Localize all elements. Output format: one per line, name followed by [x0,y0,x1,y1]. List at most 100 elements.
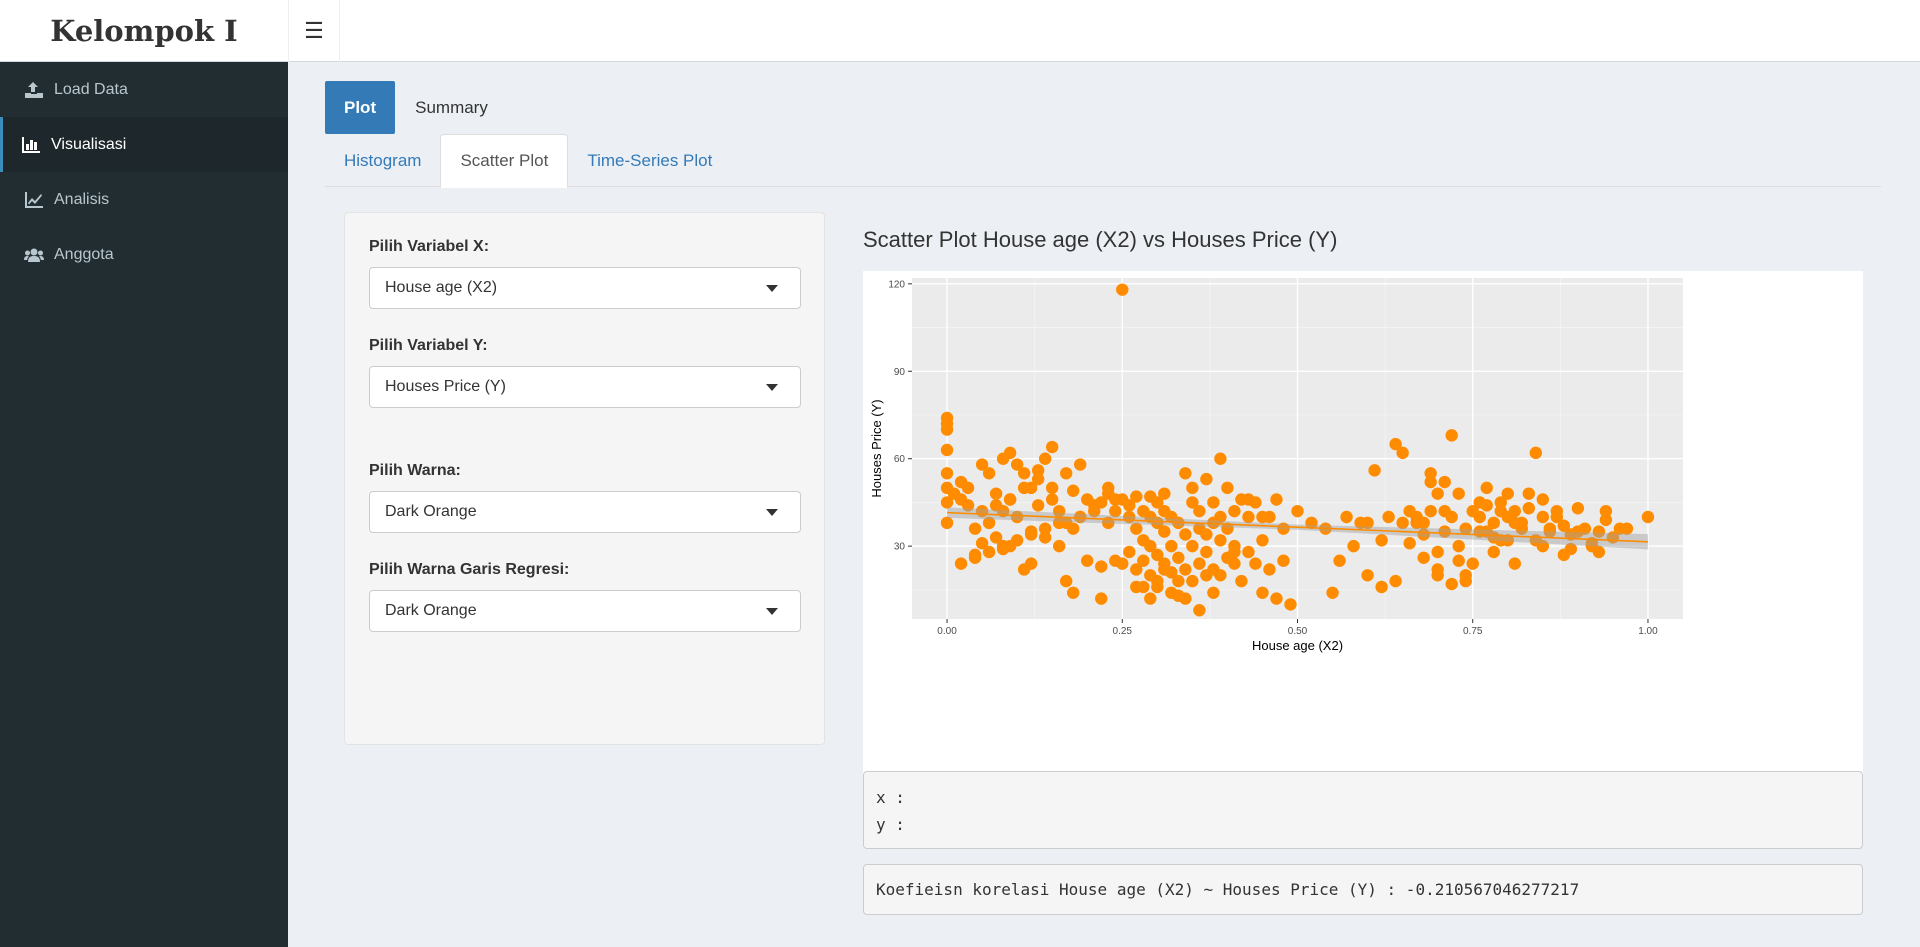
data-point [1277,554,1290,567]
y-axis-label: Houses Price (Y) [869,399,884,497]
data-point [1529,446,1543,460]
data-point [1235,574,1248,588]
data-point [1102,487,1115,500]
data-point [1179,528,1192,541]
plot-title: Scatter Plot House age (X2) vs Houses Pr… [863,227,1338,252]
data-point [1200,528,1213,541]
hamburger-icon: ☰ [304,18,324,43]
data-point [1123,499,1136,512]
regression-color-label: Pilih Warna Garis Regresi: [369,561,570,578]
sidebar-item-anggota[interactable]: Anggota [0,227,288,282]
y-variable-select[interactable]: Houses Price (Y) [369,366,801,408]
bar-chart-icon [20,136,42,153]
data-point [1242,545,1255,559]
data-point [1067,484,1080,497]
tab-scatter-plot[interactable]: Scatter Plot [440,134,569,188]
x-axis-label: House age (X2) [1252,638,1343,653]
data-point [1592,545,1606,559]
users-icon [23,247,45,263]
data-point [1242,493,1255,506]
y-tick-label: 60 [894,454,906,465]
regression-color-value: Dark Orange [385,602,477,619]
data-point [1508,516,1521,530]
correlation-output: Koefieisn korelasi House age (X2) ~ Hous… [863,864,1863,915]
data-point [1459,569,1472,582]
header: Kelompok I ☰ [0,0,1920,62]
data-point [1172,574,1185,588]
data-point [1473,510,1486,524]
x-tick-label: 0.50 [1288,626,1308,637]
data-point [982,467,996,480]
data-point [1263,510,1276,524]
data-point [1193,557,1206,570]
sidebar-item-visualisasi[interactable]: Visualisasi [0,117,288,172]
scatter-plot[interactable]: 0.00 0.25 0.50 0.75 1.00 30 60 90 120 House age (… [863,271,1863,801]
color-select[interactable]: Dark Orange [369,491,801,533]
data-point [1045,493,1059,506]
tab-histogram[interactable]: Histogram [325,134,440,187]
sidebar-toggle-button[interactable]: ☰ [288,0,340,62]
sidebar: Load Data Visualisasi Analisis Anggota [0,62,288,947]
tab-summary[interactable]: Summary [395,81,508,134]
data-point [1137,554,1150,567]
data-point [940,423,954,436]
x-variable-select[interactable]: House age (X2) [369,267,801,309]
caret-down-icon [766,608,778,615]
y-variable-label: Pilih Variabel Y: [369,337,488,354]
data-point [1263,563,1276,576]
data-point [1207,586,1220,599]
data-point [1396,446,1409,460]
data-point [1214,452,1227,465]
x-tick-label: 0.75 [1463,626,1483,637]
data-point [1256,534,1269,547]
data-point [1031,464,1045,477]
data-point [1270,493,1283,506]
data-point [1284,598,1297,611]
data-point [1508,504,1521,518]
color-label: Pilih Warna: [369,462,461,479]
data-point [1060,467,1073,480]
data-point [1095,592,1108,605]
data-point [1214,534,1227,547]
sidebar-item-label: Load Data [54,80,128,98]
y-tick-label: 120 [888,279,905,290]
data-point [1375,580,1388,594]
data-point [968,522,982,535]
data-point [1480,499,1493,512]
scatter-plot-svg: 0.00 0.25 0.50 0.75 1.00 30 60 90 120 House age (… [869,278,1683,653]
controls-panel: Pilih Variabel X: House age (X2) Pilih V… [344,212,825,745]
sidebar-item-label: Analisis [54,190,110,208]
data-point [1599,513,1613,527]
tab-time-series-plot[interactable]: Time-Series Plot [568,134,731,187]
data-point [1431,545,1444,559]
data-point [1024,557,1038,570]
data-point [1389,574,1402,588]
data-point [1536,493,1550,506]
data-point [961,481,975,495]
data-point [1396,516,1409,530]
data-point [1193,604,1206,617]
data-point [1186,539,1199,553]
data-point [1088,499,1101,512]
caret-down-icon [766,285,778,292]
data-point [1228,557,1241,570]
data-point [1179,592,1192,605]
tab-plot[interactable]: Plot [325,81,396,134]
data-point [1158,563,1171,576]
data-point [1256,586,1269,599]
sidebar-item-analisis[interactable]: Analisis [0,172,288,227]
data-point [1095,560,1108,573]
x-variable-value: House age (X2) [385,279,498,296]
regression-color-select[interactable]: Dark Orange [369,590,801,632]
data-point [1193,504,1206,518]
data-point [1165,539,1178,553]
x-tick-label: 0.00 [937,626,957,637]
data-point [1445,429,1458,442]
data-point [1613,522,1627,535]
data-point [1052,539,1066,553]
sidebar-item-load-data[interactable]: Load Data [0,62,288,117]
main-tabs: Plot Summary [325,81,508,134]
color-value: Dark Orange [385,503,477,520]
data-point [1038,522,1052,535]
data-point [940,467,954,480]
